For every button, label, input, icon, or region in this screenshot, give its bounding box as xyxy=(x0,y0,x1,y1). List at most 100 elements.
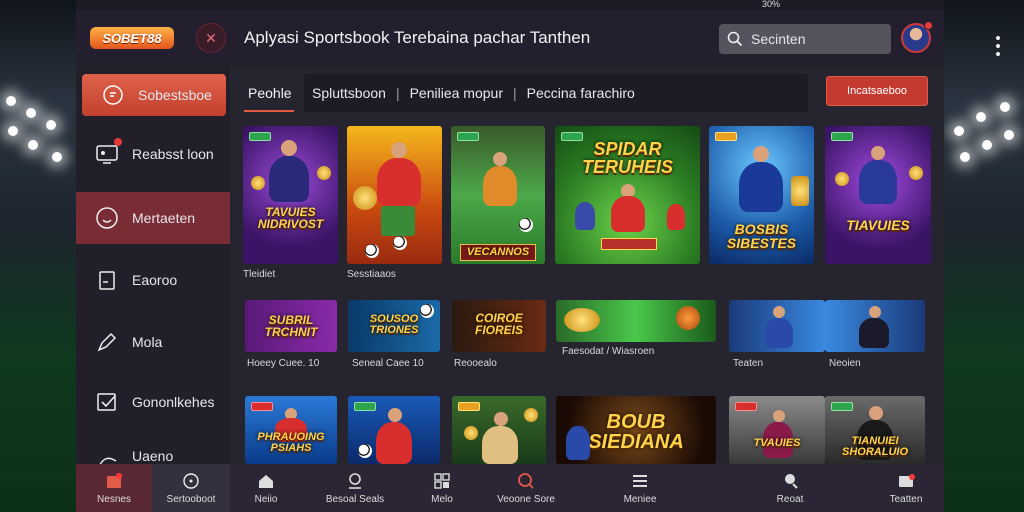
sidebar: Sobestsboe Reabsst loon Mertaeten Eaoroo… xyxy=(76,66,230,470)
game-card[interactable]: SOUSOO TRIONES xyxy=(348,300,440,352)
stadium-background-right xyxy=(944,0,1024,512)
search-icon xyxy=(727,31,743,47)
tab-people[interactable]: Peohle xyxy=(244,76,294,112)
pen-icon xyxy=(94,329,120,355)
nav-item-nesnes[interactable]: Nesnes xyxy=(76,464,152,512)
game-card[interactable]: TIANUIEI SHORALUIO xyxy=(825,396,925,464)
nav-label: Veoone Sore xyxy=(497,493,555,505)
game-card[interactable] xyxy=(452,396,546,464)
card-banner: SOUSOO TRIONES xyxy=(369,313,419,336)
card-label: Sesstiaaos xyxy=(347,269,396,280)
sidebar-item-label: Uaeno xyxy=(132,448,174,464)
game-card[interactable]: TVAUIES xyxy=(729,396,825,464)
game-card[interactable] xyxy=(729,300,825,352)
sidebar-item-label: Mertaeten xyxy=(132,210,196,226)
avatar[interactable] xyxy=(901,21,933,53)
sidebar-item-label: Reabsst loon xyxy=(132,146,214,162)
search-icon xyxy=(517,472,535,490)
card-banner: PHRAUOING PSIAHS xyxy=(257,431,325,454)
more-menu-icon[interactable] xyxy=(996,36,1002,56)
sidebar-item-mola[interactable]: Mola xyxy=(76,316,230,368)
game-card[interactable]: COIROE FIOREIS xyxy=(452,300,546,352)
sidebar-item-uaeno[interactable]: Uaeno xyxy=(76,434,230,470)
tab-peccina[interactable]: Peccina farachiro xyxy=(527,85,635,101)
nav-item-social[interactable]: Besoal Seals xyxy=(302,464,408,512)
close-button[interactable]: ✕ xyxy=(196,23,226,53)
card-banner: COIROE FIOREIS xyxy=(474,311,523,337)
smiley-icon xyxy=(94,205,120,231)
category-bar: Spluttsboon | Peniliea mopur | Peccina f… xyxy=(304,74,808,112)
card-label: Tleidiet xyxy=(243,269,276,280)
search-input[interactable] xyxy=(751,31,881,47)
primary-action-button[interactable]: Incatsaeboo xyxy=(826,76,928,106)
nav-label: Melo xyxy=(431,493,453,505)
card-label: Reooealo xyxy=(454,358,497,369)
card-banner: TAVUIES NIDRIVOST xyxy=(257,205,324,231)
clock-icon xyxy=(182,472,200,490)
nav-label: Neiio xyxy=(254,493,278,505)
nav-label: Sertooboot xyxy=(166,493,216,505)
sidebar-item-label: Mola xyxy=(132,334,163,350)
game-card[interactable]: SUBRIL TRCHNIT xyxy=(245,300,337,352)
nav-label: Meniee xyxy=(623,493,657,505)
game-card[interactable]: SPIDAR TERUHEIS xyxy=(555,126,700,264)
list-icon xyxy=(631,472,649,490)
tab-sportsbook[interactable]: Spluttsboon xyxy=(312,85,386,101)
nav-item-home[interactable]: Neiio xyxy=(230,464,302,512)
game-card[interactable]: BOSBIS SIBESTES xyxy=(709,126,814,264)
card-banner: SUBRIL TRCHNIT xyxy=(264,313,318,339)
nav-item-sportsbook[interactable]: Sertooboot xyxy=(152,464,230,512)
game-card[interactable]: TIAVUIES xyxy=(825,126,931,264)
card-label: Hoeey Cuee. 10 xyxy=(247,358,320,369)
search-box[interactable] xyxy=(719,24,891,54)
card-banner: BOSBIS SIBESTES xyxy=(726,221,797,251)
game-card[interactable] xyxy=(347,126,442,264)
nav-item-inbox[interactable]: Teatten xyxy=(876,464,936,512)
sidebar-item-label: Sobestsboe xyxy=(138,87,212,103)
sidebar-item-matches[interactable]: Mertaeten xyxy=(76,192,230,244)
tab-peniliea[interactable]: Peniliea mopur xyxy=(410,85,503,101)
document-icon xyxy=(94,267,120,293)
card-banner: TIAVUIES xyxy=(846,217,910,233)
nav-item-search[interactable]: Veoone Sore xyxy=(476,464,576,512)
home-icon xyxy=(257,472,275,490)
tab-row: Peohle xyxy=(244,74,294,114)
page-title: Aplyasi Sportsbook Terebaina pachar Tant… xyxy=(244,28,591,47)
card-banner: SPIDAR TERUHEIS xyxy=(581,139,673,177)
user-icon xyxy=(781,472,799,490)
stadium-background-left xyxy=(0,0,80,512)
game-card[interactable]: TAVUIES NIDRIVOST xyxy=(243,126,338,264)
grid-icon xyxy=(433,472,451,490)
sidebar-item-conditions[interactable]: Gononlkehes xyxy=(76,376,230,428)
main-content: Peohle Spluttsboon | Peniliea mopur | Pe… xyxy=(230,66,944,464)
card-label: Neoien xyxy=(829,358,861,369)
sidebar-item-live[interactable]: Reabsst loon xyxy=(76,128,230,180)
nav-label: Reoat xyxy=(776,493,804,505)
stadium-lights-left xyxy=(0,90,80,180)
nav-item-menu[interactable]: Meniee xyxy=(576,464,704,512)
game-card[interactable]: BOUB SIEDIANA xyxy=(556,396,716,464)
app-window: 30% SOBET88 ✕ Aplyasi Sportsbook Terebai… xyxy=(76,0,1000,512)
bottom-nav: Nesnes Sertooboot Neiio Besoal Seals Mel… xyxy=(76,464,944,512)
card-label: Faesodat / Wiasroen xyxy=(562,346,655,357)
game-card[interactable] xyxy=(348,396,440,464)
game-card[interactable]: VECANNOS xyxy=(451,126,545,264)
nav-item-melo[interactable]: Melo xyxy=(408,464,476,512)
card-banner: VECANNOS xyxy=(460,244,536,261)
sidebar-item-label: Gononlkehes xyxy=(132,394,215,410)
nav-label: Besoal Seals xyxy=(325,493,385,505)
game-card[interactable] xyxy=(825,300,925,352)
sidebar-item-sportsbook[interactable]: Sobestsboe xyxy=(82,74,226,116)
game-card[interactable] xyxy=(556,300,716,342)
game-card[interactable]: PHRAUOING PSIAHS xyxy=(245,396,337,464)
notification-dot xyxy=(114,138,122,146)
sidebar-item-eaoroo[interactable]: Eaoroo xyxy=(76,254,230,306)
checkbox-icon xyxy=(94,389,120,415)
chat-icon xyxy=(100,82,126,108)
brand-logo[interactable]: SOBET88 xyxy=(90,27,174,49)
nav-label: Nesnes xyxy=(97,493,131,505)
group-icon xyxy=(346,472,364,490)
sidebar-item-label: Eaoroo xyxy=(132,272,178,288)
nav-item-profile[interactable]: Reoat xyxy=(704,464,876,512)
card-banner: TVAUIES xyxy=(753,437,801,449)
